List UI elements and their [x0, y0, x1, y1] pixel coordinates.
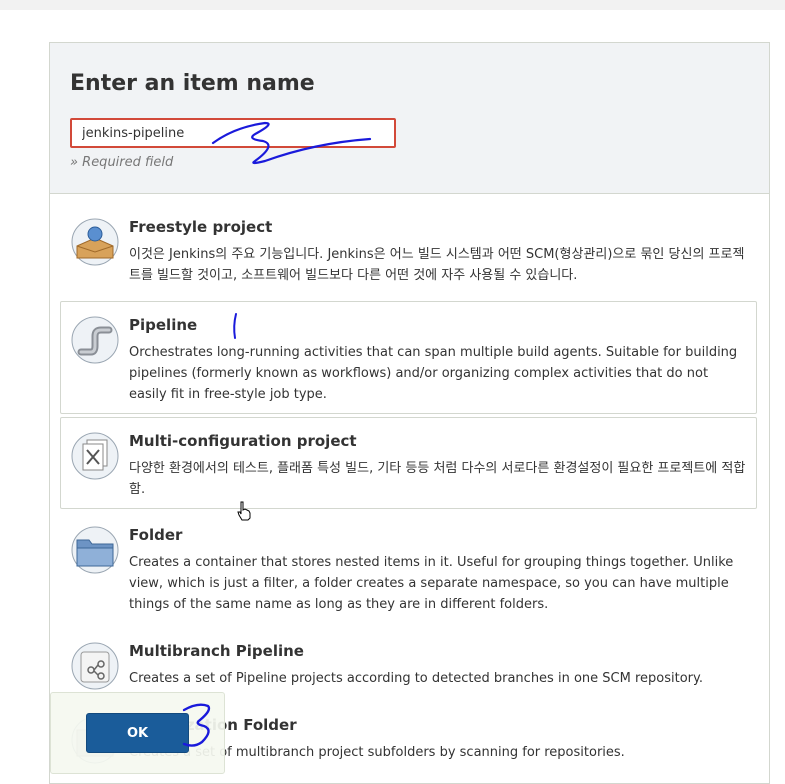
item-title: Multi-configuration project: [129, 432, 357, 450]
pipeline-icon: [71, 316, 119, 364]
item-description: Creates a container that stores nested i…: [129, 555, 734, 612]
item-description: 이것은 Jenkins의 주요 기능입니다. Jenkins은 어느 빌드 시스…: [129, 247, 745, 283]
page-title: Enter an item name: [70, 71, 315, 96]
item-type-multibranch-pipeline[interactable]: Multibranch Pipeline Creates a set of Pi…: [60, 627, 757, 697]
item-title: Freestyle project: [129, 218, 273, 236]
ok-button-bar: OK: [50, 692, 225, 774]
multi-configuration-icon: [71, 432, 119, 480]
item-name-input[interactable]: [70, 118, 396, 148]
item-name-section: Enter an item name » Required field: [50, 43, 769, 194]
top-bar: [0, 0, 785, 10]
item-title: Pipeline: [129, 316, 198, 334]
item-title: Folder: [129, 526, 183, 544]
item-description: Creates a set of Pipeline projects accor…: [129, 671, 703, 686]
folder-icon: [71, 526, 119, 574]
item-description: 다양한 환경에서의 테스트, 플래폼 특성 빌드, 기타 등등 처럼 다수의 서…: [129, 461, 746, 497]
item-type-multi-configuration[interactable]: Multi-configuration project 다양한 환경에서의 테스…: [60, 417, 757, 509]
new-item-panel: Enter an item name » Required field Free…: [49, 42, 770, 784]
required-field-hint: » Required field: [70, 155, 174, 170]
item-type-pipeline[interactable]: Pipeline Orchestrates long-running activ…: [60, 301, 757, 414]
item-description: Orchestrates long-running activities tha…: [129, 345, 738, 402]
hand-cursor-icon: [237, 501, 251, 521]
item-type-folder[interactable]: Folder Creates a container that stores n…: [60, 511, 757, 623]
ok-button[interactable]: OK: [86, 713, 189, 753]
item-title: Multibranch Pipeline: [129, 642, 304, 660]
freestyle-project-icon: [71, 218, 119, 266]
item-type-freestyle[interactable]: Freestyle project 이것은 Jenkins의 주요 기능입니다.…: [60, 203, 757, 295]
multibranch-pipeline-icon: [71, 642, 119, 690]
